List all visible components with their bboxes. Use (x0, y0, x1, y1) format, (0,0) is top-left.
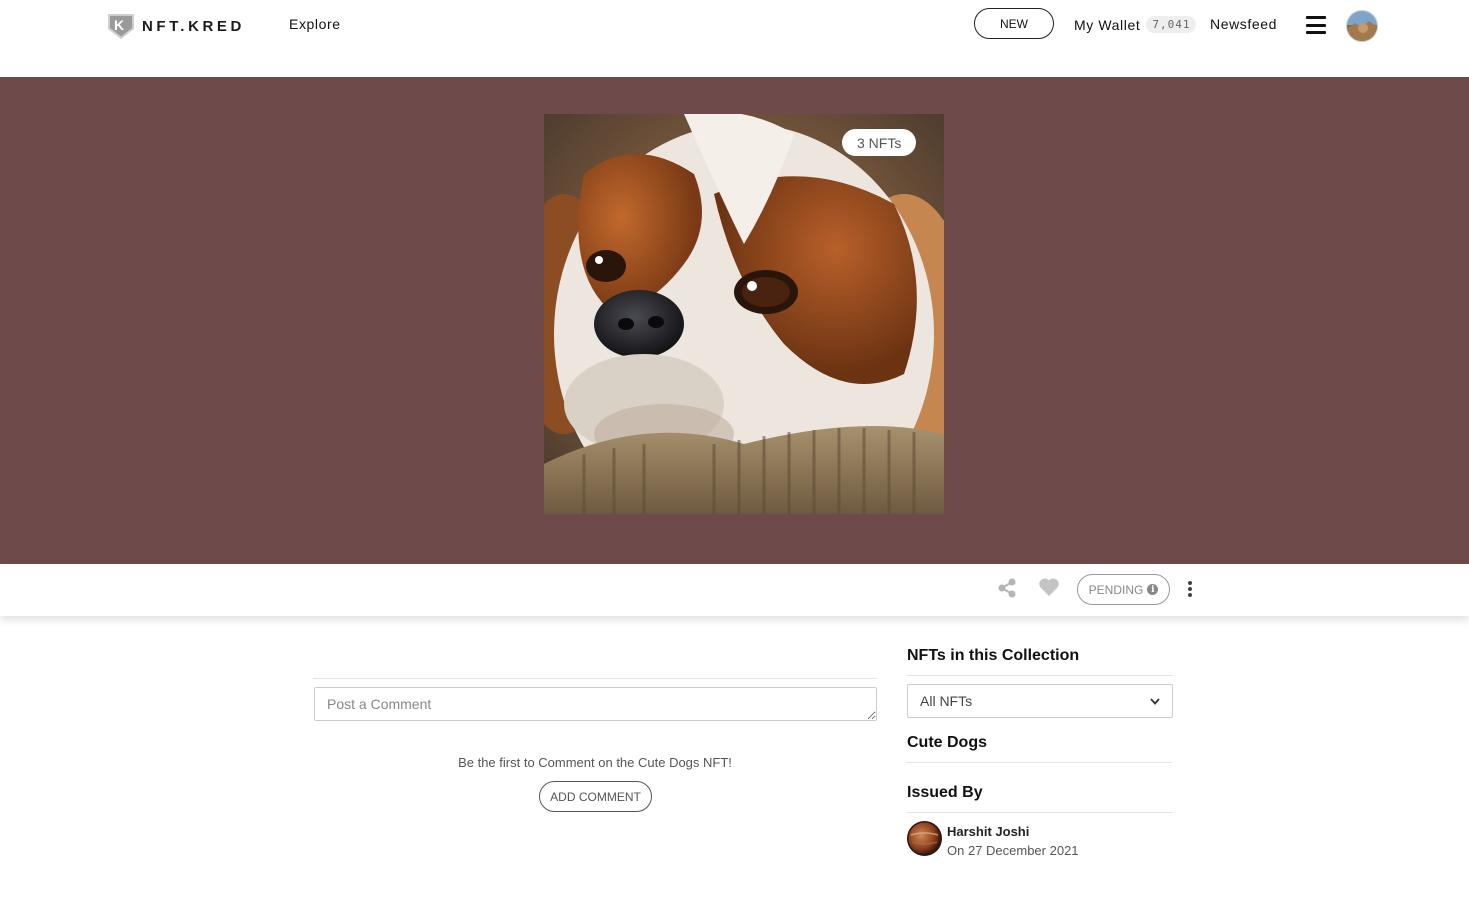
nft-count-badge[interactable]: 3 NFTs (842, 129, 917, 156)
issuer-name[interactable]: Harshit Joshi (947, 824, 1029, 839)
heart-icon[interactable] (1038, 577, 1060, 597)
comments-divider (313, 678, 877, 679)
wallet-label: My Wallet (1074, 16, 1141, 33)
issued-by-divider (907, 812, 1172, 813)
collection-name[interactable]: Cute Dogs (907, 734, 987, 752)
user-avatar[interactable] (1346, 10, 1378, 42)
kred-shield-icon: K (106, 12, 136, 40)
more-options-icon[interactable] (1186, 581, 1194, 599)
issued-by-heading: Issued By (907, 784, 983, 801)
collection-heading: NFTs in this Collection (907, 647, 1080, 664)
top-navbar: K NFT.KRED Explore NEW My Wallet 7,041 N… (0, 0, 1469, 77)
nav-wallet-link[interactable]: My Wallet 7,041 (1074, 16, 1197, 33)
nft-hero-banner (0, 77, 1469, 564)
svg-text:K: K (114, 17, 124, 33)
issued-date: On 27 December 2021 (947, 843, 1079, 858)
nft-filter-value: All NFTs (920, 693, 973, 709)
pending-label: PENDING (1088, 582, 1144, 597)
chevron-down-icon (1150, 697, 1160, 705)
issuer-avatar[interactable] (907, 821, 942, 856)
nav-explore-link[interactable]: Explore (289, 16, 341, 32)
hamburger-menu-icon[interactable] (1306, 16, 1326, 34)
add-comment-button[interactable]: ADD COMMENT (539, 781, 652, 812)
collection-name-divider (907, 762, 1172, 763)
collection-divider (907, 675, 1172, 676)
wallet-balance-badge: 7,041 (1146, 16, 1197, 33)
info-icon: i (1147, 584, 1159, 595)
pending-status-button[interactable]: PENDING i (1077, 574, 1170, 605)
empty-comments-message: Be the first to Comment on the Cute Dogs… (458, 755, 732, 770)
nft-action-bar: PENDING i (0, 564, 1469, 616)
brand-name: NFT.KRED (142, 17, 245, 35)
nft-filter-select[interactable]: All NFTs (907, 684, 1173, 718)
nav-newsfeed-link[interactable]: Newsfeed (1210, 16, 1277, 32)
nft-image-dog[interactable] (544, 114, 944, 514)
brand-logo[interactable]: K NFT.KRED (106, 12, 245, 40)
new-button[interactable]: NEW (974, 8, 1054, 39)
post-comment-input[interactable] (314, 687, 877, 721)
share-icon[interactable] (997, 578, 1017, 598)
